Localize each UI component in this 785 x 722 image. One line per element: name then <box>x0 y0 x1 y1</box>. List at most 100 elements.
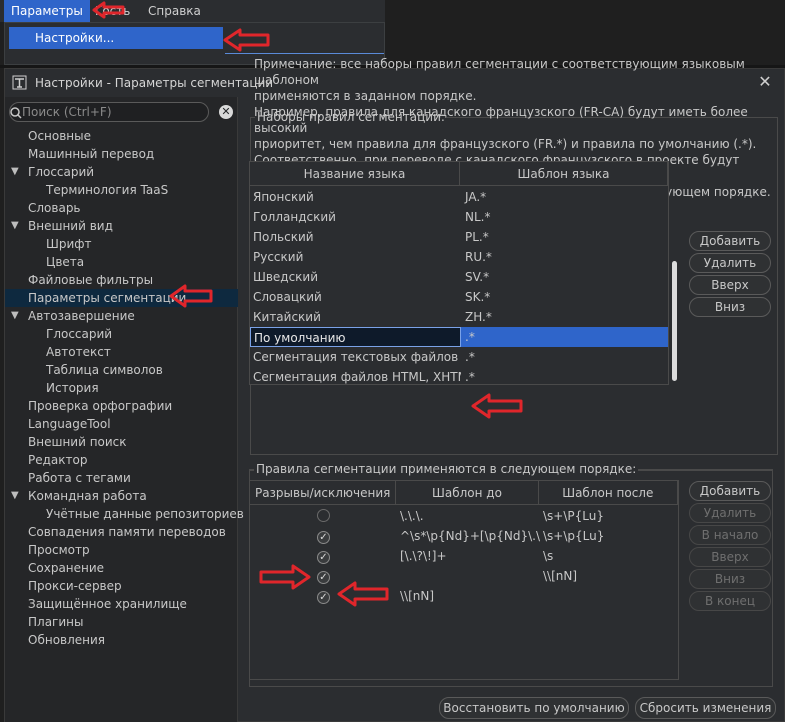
sidebar-item[interactable]: Просмотр <box>5 541 238 559</box>
sidebar-item[interactable]: Проверка орфографии <box>5 397 238 415</box>
sidebar-item[interactable]: Учётные данные репозиториев <box>5 505 244 523</box>
rule-up-button[interactable]: Вверх <box>689 547 771 567</box>
language-name-cell[interactable]: Голландский <box>250 207 461 227</box>
pattern-after-cell[interactable]: \s+\P{Lu} <box>540 506 678 526</box>
expand-arrow-icon[interactable]: ▼ <box>11 487 19 505</box>
rule-to-end-button[interactable]: В конец <box>689 591 771 611</box>
pattern-before-cell[interactable] <box>397 566 540 586</box>
sidebar-item[interactable]: Защищённое хранилище <box>5 595 238 613</box>
table-row[interactable]: Шведский SV.* <box>250 267 668 287</box>
sidebar-item[interactable]: Сохранение <box>5 559 238 577</box>
expand-arrow-icon[interactable]: ▼ <box>11 307 19 325</box>
table-row[interactable]: Русский RU.* <box>250 247 668 267</box>
scrollbar-thumb[interactable] <box>672 261 677 381</box>
language-pattern-cell[interactable]: SK.* <box>461 287 668 307</box>
sidebar-item[interactable]: История <box>5 379 238 397</box>
language-pattern-cell[interactable]: PL.* <box>461 227 668 247</box>
restore-defaults-button[interactable]: Восстановить по умолчанию <box>439 697 629 719</box>
table-row[interactable]: ✓ [\.\?\!]+ \s <box>250 546 678 566</box>
pattern-before-cell[interactable]: [\.\?\!]+ <box>397 546 540 566</box>
sidebar-item[interactable]: ▼ Внешний вид <box>5 217 238 235</box>
break-checkbox[interactable]: ✓ <box>317 591 330 604</box>
pattern-after-cell[interactable]: \s <box>540 546 678 566</box>
sidebar-item[interactable]: Автотекст <box>5 343 238 361</box>
column-header-language-name[interactable]: Название языка <box>250 162 460 186</box>
rulesets-scrollbar[interactable] <box>672 161 680 385</box>
sidebar-item[interactable]: Машинный перевод <box>5 145 238 163</box>
sidebar-item[interactable]: Терминология TaaS <box>5 181 238 199</box>
pattern-before-cell[interactable]: ^\s*\p{Nd}+[\p{Nd}\.\)... <box>397 526 540 546</box>
language-pattern-cell[interactable]: .* <box>461 347 668 367</box>
language-name-cell[interactable]: Сегментация текстовых файлов <box>250 347 461 367</box>
sidebar-item[interactable]: Редактор <box>5 451 238 469</box>
sidebar-item[interactable]: ▼ Командная работа <box>5 487 238 505</box>
column-header-breaks[interactable]: Разрывы/исключения <box>250 481 397 505</box>
sidebar-item[interactable]: Работа с тегами <box>5 469 238 487</box>
language-name-cell[interactable]: Польский <box>250 227 461 247</box>
language-name-cell[interactable]: Словацкий <box>250 287 461 307</box>
sidebar-item[interactable]: Цвета <box>5 253 238 271</box>
column-header-before[interactable]: Шаблон до <box>396 481 539 505</box>
break-checkbox[interactable] <box>317 509 330 522</box>
language-pattern-cell[interactable]: RU.* <box>461 247 668 267</box>
table-row[interactable]: Японский JA.* <box>250 187 668 207</box>
search-input[interactable] <box>22 104 202 120</box>
pattern-after-cell[interactable]: \\[nN] <box>540 566 678 586</box>
sidebar-item[interactable]: Обновления <box>5 631 238 649</box>
sidebar-item[interactable]: Совпадения памяти переводов <box>5 523 238 541</box>
sidebar-item[interactable]: ▼ Глоссарий <box>5 163 238 181</box>
language-pattern-cell[interactable]: .* <box>461 327 668 347</box>
table-row[interactable]: \.\.\. \s+\P{Lu} <box>250 506 678 526</box>
remove-ruleset-button[interactable]: Удалить <box>689 253 771 273</box>
add-ruleset-button[interactable]: Добавить <box>689 231 771 251</box>
sidebar-item[interactable]: Таблица символов <box>5 361 238 379</box>
clear-search-icon[interactable]: ✕ <box>219 105 233 119</box>
table-row[interactable]: Голландский NL.* <box>250 207 668 227</box>
table-row[interactable]: ✓ ^\s*\p{Nd}+[\p{Nd}\.\)...\s+\p{Lu} <box>250 526 678 546</box>
language-name-cell[interactable]: Русский <box>250 247 461 267</box>
sidebar-item[interactable]: Шрифт <box>5 235 238 253</box>
ruleset-down-button[interactable]: Вниз <box>689 297 771 317</box>
add-rule-button[interactable]: Добавить <box>689 481 771 501</box>
column-header-after[interactable]: Шаблон после <box>538 481 678 505</box>
sidebar-item[interactable]: Глоссарий <box>5 325 238 343</box>
table-row[interactable]: По умолчанию .* <box>250 327 668 347</box>
break-checkbox[interactable]: ✓ <box>317 551 330 564</box>
break-checkbox[interactable]: ✓ <box>317 571 330 584</box>
sidebar-item[interactable]: Основные <box>5 127 238 145</box>
table-row[interactable]: ✓ \\[nN] <box>250 586 678 606</box>
expand-arrow-icon[interactable]: ▼ <box>11 217 19 235</box>
sidebar-item[interactable]: Плагины <box>5 613 238 631</box>
pattern-after-cell[interactable] <box>540 586 678 606</box>
table-row[interactable]: Польский PL.* <box>250 227 668 247</box>
table-row[interactable]: ✓ \\[nN] <box>250 566 678 586</box>
language-name-cell[interactable]: Японский <box>250 187 461 207</box>
rule-to-top-button[interactable]: В начало <box>689 525 771 545</box>
ruleset-up-button[interactable]: Вверх <box>689 275 771 295</box>
pattern-after-cell[interactable]: \s+\p{Lu} <box>540 526 678 546</box>
language-pattern-cell[interactable]: ZH.* <box>461 307 668 327</box>
table-row[interactable]: Китайский ZH.* <box>250 307 668 327</box>
menu-item-settings[interactable]: Настройки... <box>9 27 223 49</box>
language-pattern-cell[interactable]: JA.* <box>461 187 668 207</box>
sidebar-item[interactable]: ▼ Автозавершение <box>5 307 238 325</box>
language-name-cell[interactable]: Китайский <box>250 307 461 327</box>
sidebar-item[interactable]: Прокси-сервер <box>5 577 238 595</box>
language-name-cell[interactable]: Шведский <box>250 267 461 287</box>
menu-parameters[interactable]: Параметры <box>4 0 90 22</box>
sidebar-item[interactable]: LanguageTool <box>5 415 238 433</box>
menu-help[interactable]: Справка <box>141 0 208 22</box>
remove-rule-button[interactable]: Удалить <box>689 503 771 523</box>
reset-changes-button[interactable]: Сбросить изменения <box>635 697 776 719</box>
language-name-cell[interactable]: По умолчанию <box>250 327 461 347</box>
language-name-cell[interactable]: Сегментация файлов HTML, XHTM... <box>250 367 461 384</box>
break-checkbox[interactable]: ✓ <box>317 531 330 544</box>
rule-down-button[interactable]: Вниз <box>689 569 771 589</box>
table-row[interactable]: Словацкий SK.* <box>250 287 668 307</box>
language-pattern-cell[interactable]: SV.* <box>461 267 668 287</box>
sidebar-item[interactable]: Словарь <box>5 199 238 217</box>
table-row[interactable]: Сегментация текстовых файлов .* <box>250 347 668 367</box>
column-header-language-pattern[interactable]: Шаблон языка <box>460 162 668 186</box>
pattern-before-cell[interactable]: \.\.\. <box>397 506 540 526</box>
language-pattern-cell[interactable]: NL.* <box>461 207 668 227</box>
